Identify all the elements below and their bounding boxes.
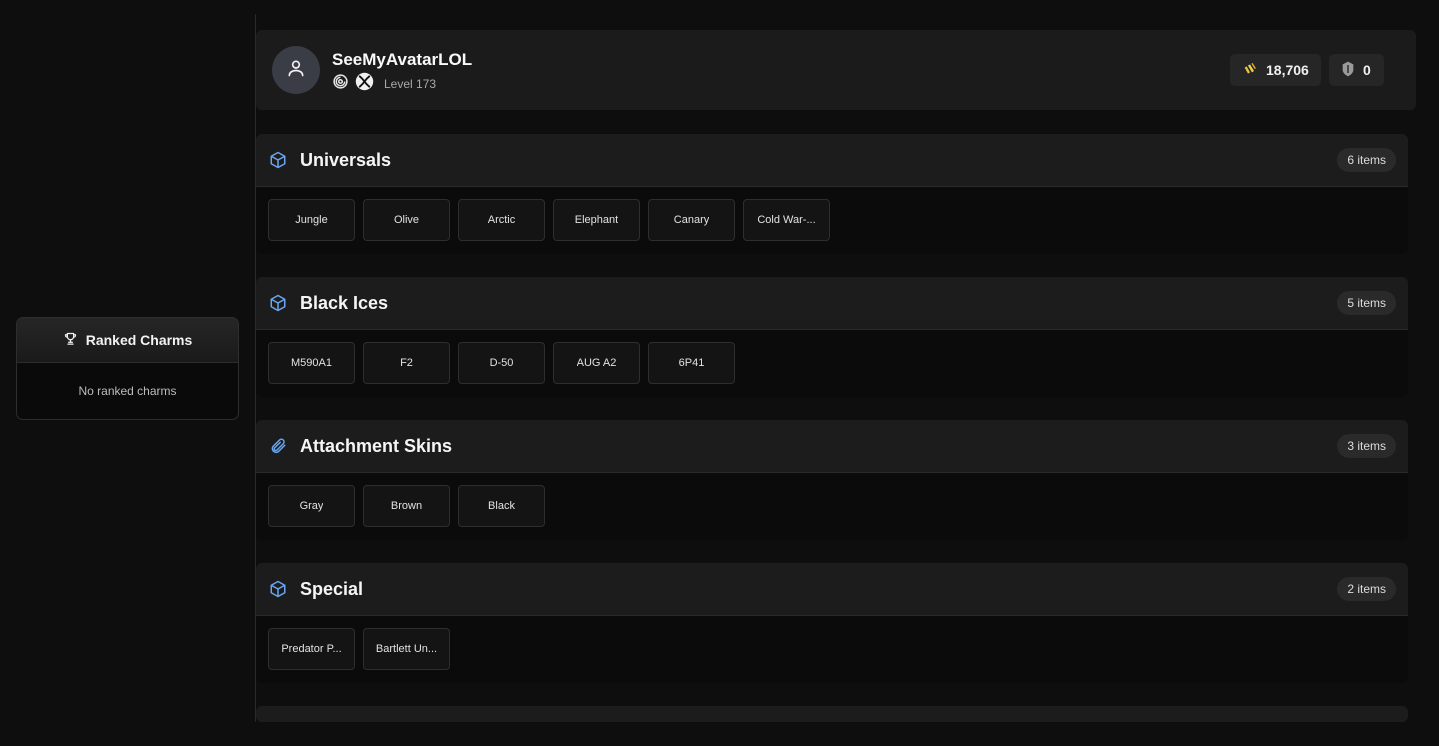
item-label: 6P41: [678, 357, 705, 369]
ubisoft-icon: [332, 73, 349, 95]
item-list: Jungle Olive Arctic Elephant Canary Cold…: [256, 187, 1408, 253]
item-card[interactable]: Black: [458, 485, 545, 527]
trophy-icon: [63, 331, 78, 349]
section-header[interactable]: Special 2 items: [256, 563, 1408, 616]
item-count-badge: 6 items: [1337, 148, 1396, 172]
renown-amount: 18,706: [1266, 62, 1309, 78]
page: Ranked Charms No ranked charms SeeMyAvat…: [0, 0, 1439, 746]
section-header[interactable]: [256, 706, 1408, 722]
item-label: Arctic: [487, 214, 516, 226]
item-label: Olive: [393, 214, 420, 226]
item-card[interactable]: Predator P...: [268, 628, 355, 670]
cube-icon: [268, 150, 288, 170]
renown-balance: 18,706: [1230, 54, 1321, 86]
item-card[interactable]: Elephant: [553, 199, 640, 241]
item-label: Jungle: [295, 214, 328, 226]
item-card[interactable]: AUG A2: [553, 342, 640, 384]
item-label: Canary: [673, 214, 710, 226]
ranked-charms-header: Ranked Charms: [17, 318, 238, 363]
item-label: Elephant: [574, 214, 619, 226]
section-title: Special: [300, 578, 364, 599]
item-card[interactable]: Canary: [648, 199, 735, 241]
item-card[interactable]: Olive: [363, 199, 450, 241]
item-list: Predator P... Bartlett Un...: [256, 616, 1408, 682]
renown-icon: [1242, 61, 1258, 80]
r6-credits-amount: 0: [1363, 62, 1371, 78]
r6-credits-icon: [1341, 61, 1355, 80]
item-count-badge: 3 items: [1337, 434, 1396, 458]
section-black-ices: Black Ices 5 items M590A1 F2 D-50 AUG A2…: [256, 277, 1408, 397]
item-card[interactable]: F2: [363, 342, 450, 384]
item-list: Gray Brown Black: [256, 473, 1408, 539]
item-label: Cold War-...: [757, 214, 816, 226]
item-card[interactable]: Gray: [268, 485, 355, 527]
section-universals: Universals 6 items Jungle Olive Arctic E…: [256, 134, 1408, 254]
profile-subinfo: Level 173: [332, 72, 436, 96]
cube-icon: [268, 293, 288, 313]
item-label: AUG A2: [576, 357, 617, 369]
section-attachment-skins: Attachment Skins 3 items Gray Brown Blac…: [256, 420, 1408, 540]
item-count-badge: 2 items: [1337, 577, 1396, 601]
item-label: Black: [488, 500, 515, 512]
section-title: Attachment Skins: [300, 435, 453, 456]
item-card[interactable]: Bartlett Un...: [363, 628, 450, 670]
avatar[interactable]: [272, 46, 320, 94]
item-label: Gray: [299, 500, 324, 512]
ranked-charms-title: Ranked Charms: [85, 332, 193, 348]
item-list: M590A1 F2 D-50 AUG A2 6P41: [256, 330, 1408, 396]
section-special: Special 2 items Predator P... Bartlett U…: [256, 563, 1408, 683]
item-label: Brown: [390, 500, 423, 512]
item-card[interactable]: Arctic: [458, 199, 545, 241]
item-label: Predator P...: [281, 643, 342, 655]
section-header[interactable]: Black Ices 5 items: [256, 277, 1408, 330]
item-card[interactable]: Cold War-...: [743, 199, 830, 241]
paperclip-icon: [268, 436, 288, 456]
section-title: Black Ices: [300, 292, 389, 313]
xbox-icon: [355, 72, 374, 96]
r6-credits-balance: 0: [1329, 54, 1384, 86]
ranked-charms-panel: Ranked Charms No ranked charms: [16, 317, 239, 420]
item-label: Bartlett Un...: [375, 643, 438, 655]
section-header[interactable]: Attachment Skins 3 items: [256, 420, 1408, 473]
item-label: M590A1: [291, 357, 332, 369]
item-card[interactable]: Brown: [363, 485, 450, 527]
item-card[interactable]: 6P41: [648, 342, 735, 384]
item-card[interactable]: M590A1: [268, 342, 355, 384]
section-title: Universals: [300, 149, 392, 170]
username: SeeMyAvatarLOL: [332, 50, 473, 69]
item-count-badge: 5 items: [1337, 291, 1396, 315]
player-level: Level 173: [384, 77, 437, 91]
section-header[interactable]: Universals 6 items: [256, 134, 1408, 187]
ranked-charms-empty-text: No ranked charms: [78, 384, 177, 398]
cube-icon: [268, 579, 288, 599]
item-label: D-50: [489, 357, 514, 369]
item-card[interactable]: Jungle: [268, 199, 355, 241]
item-label: F2: [400, 357, 413, 369]
item-card[interactable]: D-50: [458, 342, 545, 384]
profile-header: SeeMyAvatarLOL Level 173 18,706 0: [256, 30, 1416, 110]
section-next-partial: [256, 706, 1408, 722]
user-icon: [286, 58, 306, 83]
